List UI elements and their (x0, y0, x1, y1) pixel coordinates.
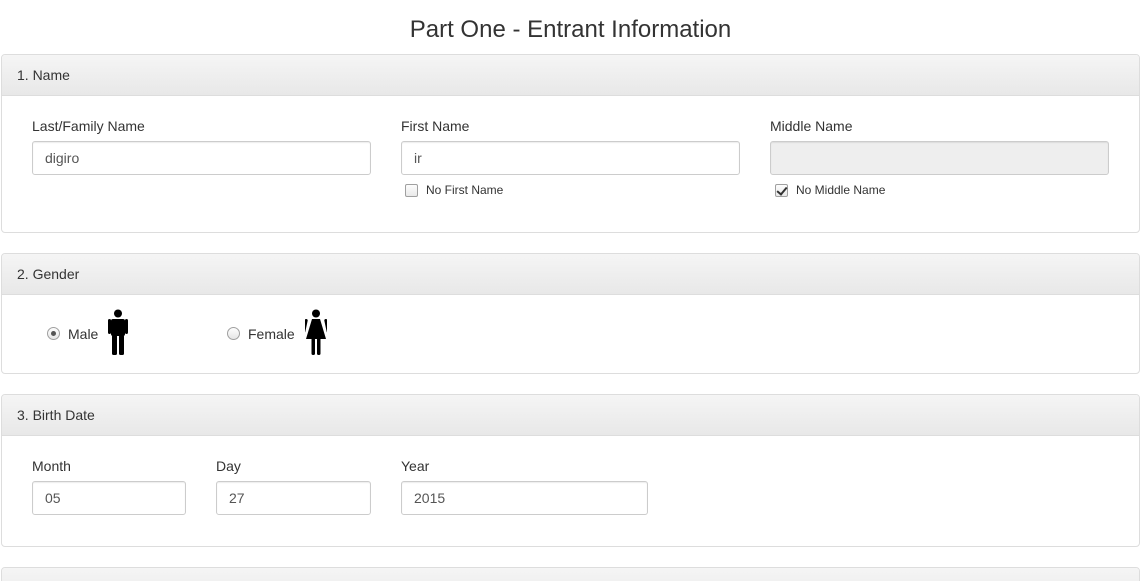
gender-option-male[interactable]: Male (47, 309, 129, 358)
name-panel: 1. Name Last/Family Name First Name No F… (1, 54, 1140, 233)
month-input[interactable] (32, 481, 186, 515)
middle-name-input[interactable] (770, 141, 1109, 175)
middle-name-label: Middle Name (770, 118, 853, 134)
day-label: Day (216, 458, 241, 474)
male-label: Male (68, 325, 99, 342)
female-radio[interactable] (227, 327, 240, 340)
birth-date-panel-heading: 3. Birth Date (2, 395, 1139, 436)
first-name-input[interactable] (401, 141, 740, 175)
gender-panel-heading: 2. Gender (2, 254, 1139, 295)
no-first-name-label: No First Name (426, 183, 504, 197)
name-panel-heading: 1. Name (2, 55, 1139, 96)
next-panel (1, 567, 1140, 581)
year-input[interactable] (401, 481, 648, 515)
last-name-label: Last/Family Name (32, 118, 145, 134)
year-label: Year (401, 458, 430, 474)
no-middle-name-option[interactable]: No Middle Name (775, 183, 885, 197)
no-first-name-checkbox[interactable] (405, 183, 418, 197)
birth-date-panel: 3. Birth Date Month Day Year (1, 394, 1140, 547)
next-panel-heading (2, 568, 1139, 581)
last-name-input[interactable] (32, 141, 371, 175)
male-figure-icon (108, 309, 129, 358)
no-first-name-option[interactable]: No First Name (405, 183, 503, 197)
male-radio[interactable] (47, 327, 60, 340)
day-input[interactable] (216, 481, 371, 515)
gender-option-female[interactable]: Female (227, 309, 330, 358)
gender-panel: 2. Gender Male Female (1, 253, 1140, 374)
no-middle-name-label: No Middle Name (796, 183, 886, 197)
female-figure-icon (302, 309, 330, 358)
month-label: Month (32, 458, 71, 474)
page-title: Part One - Entrant Information (409, 16, 732, 43)
first-name-label: First Name (401, 118, 470, 134)
female-label: Female (248, 325, 295, 342)
no-middle-name-checkbox[interactable] (775, 183, 788, 197)
